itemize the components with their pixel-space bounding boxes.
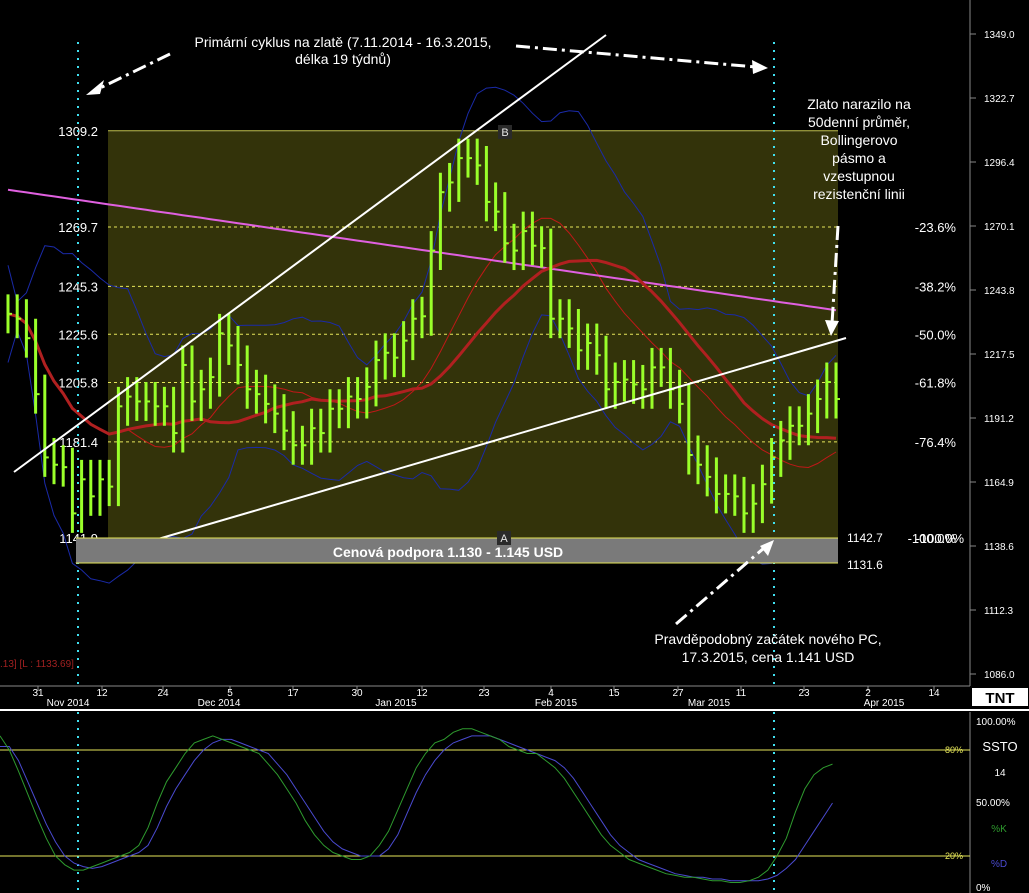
stoch-d-label: %D [991,859,1007,870]
cycle-annotation-line1: Primární cyklus na zlatě (7.11.2014 - 16… [194,34,491,50]
fib-level-pct: -61.8% [915,375,957,390]
resistance-annotation-line3: Bollingerovo [820,132,897,148]
fib-level-price: 1225.6 [58,327,98,342]
gold-chart: 1309.21269.7-23.6%1245.3-38.2%1225.6-50.… [0,0,1029,893]
price-axis-label: 1349.0 [984,30,1015,41]
stoch-title: SSTO [982,739,1017,754]
fib-level-pct: -23.6% [915,220,957,235]
stoch-k-line [0,728,833,883]
price-axis-label: 1243.8 [984,286,1015,297]
time-axis-day-label: 23 [798,688,810,699]
time-axis-day-label: 27 [672,688,684,699]
time-axis-day-label: 17 [287,688,299,699]
stoch-tick-50: 50.00% [976,798,1010,809]
ohlc-legend: .13] [L : 1133.69] [0,659,74,670]
resistance-annotation-line6: rezistenční linii [813,186,905,202]
new-cycle-annotation-line1: Pravděpodobný začátek nového PC, [654,631,881,647]
fib-level-pct: -50.0% [915,327,957,342]
price-axis-label: 1270.1 [984,222,1015,233]
time-axis-month-label: Mar 2015 [688,698,731,709]
resistance-annotation-line5: vzestupnou [823,168,895,184]
time-axis-day-label: 30 [351,688,363,699]
resistance-annotation-line2: 50denní průměr, [808,114,910,130]
stochastic-lines [0,728,833,883]
price-axis-label: 1322.7 [984,94,1015,105]
cycle-annotation-line2: délka 19 týdnů) [295,51,391,67]
support-upper-price: 1142.7 [847,531,883,545]
time-axis-month-label: Jan 2015 [375,698,417,709]
arrow-left-shaft [95,52,171,92]
support-band-label: Cenová podpora 1.130 - 1.145 USD [333,544,563,560]
new-cycle-annotation: Pravděpodobný začátek nového PC, 17.3.20… [654,631,881,665]
cycle-annotation: Primární cyklus na zlatě (7.11.2014 - 16… [194,34,491,67]
arrow-right-shaft [515,44,757,69]
arrow-right-head [752,60,768,74]
price-axis: 1349.0 1322.7 1296.4 1270.1 1243.8 1217.5 1191… [970,30,1015,681]
arrow-left-head [86,80,104,95]
price-axis-label: 1138.6 [984,542,1014,553]
stoch-d-line [0,735,833,882]
time-axis-month-label: Apr 2015 [864,698,905,709]
time-axis-month-label: Feb 2015 [535,698,578,709]
time-axis-month-label: Nov 2014 [47,698,90,709]
price-axis-label: 1296.4 [984,158,1015,169]
fib-level-pct: -100.0% [916,531,965,546]
time-axis-day-label: 14 [928,688,940,699]
resistance-annotation-line1: Zlato narazilo na [807,96,911,112]
time-axis-day-label: 24 [157,688,169,699]
price-axis-label: 1164.9 [984,478,1014,489]
fib-level-pct: -76.4% [915,435,957,450]
support-lower-price: 1131.6 [847,558,883,572]
stoch-level-20-label: 20% [945,851,963,861]
fib-level-price: 1245.3 [58,279,98,294]
price-axis-label: 1112.3 [984,606,1014,617]
fib-zone [108,132,838,538]
fib-point-a: A [500,533,508,545]
stoch-tick-0: 0% [976,883,991,893]
time-axis-day-label: 12 [96,688,108,699]
time-axis: 31 12 24 5 17 30 12 23 4 15 27 11 23 2 14Nov 2014 Dec 2… [32,686,940,709]
resistance-annotation-line4: pásmo a [832,150,886,166]
time-axis-day-label: 11 [736,688,747,699]
time-axis-day-label: 31 [32,688,44,699]
new-cycle-annotation-line2: 17.3.2015, cena 1.141 USD [682,649,855,665]
price-axis-label: 1217.5 [984,350,1015,361]
price-axis-label: 1191.2 [984,414,1014,425]
stoch-k-label: %K [991,824,1007,835]
fib-level-pct: -38.2% [915,279,957,294]
price-axis-label: 1086.0 [984,670,1015,681]
time-axis-day-label: 15 [608,688,620,699]
fib-point-b: B [501,127,508,139]
stoch-tick-100: 100.00% [976,717,1016,728]
stoch-level-80-label: 80% [945,745,963,755]
time-axis-month-label: Dec 2014 [198,698,241,709]
stoch-period: 14 [994,768,1006,779]
logo: TNT [985,690,1014,707]
time-axis-day-label: 12 [416,688,428,699]
fib-level-price: 1205.8 [58,375,98,390]
time-axis-day-label: 23 [478,688,490,699]
